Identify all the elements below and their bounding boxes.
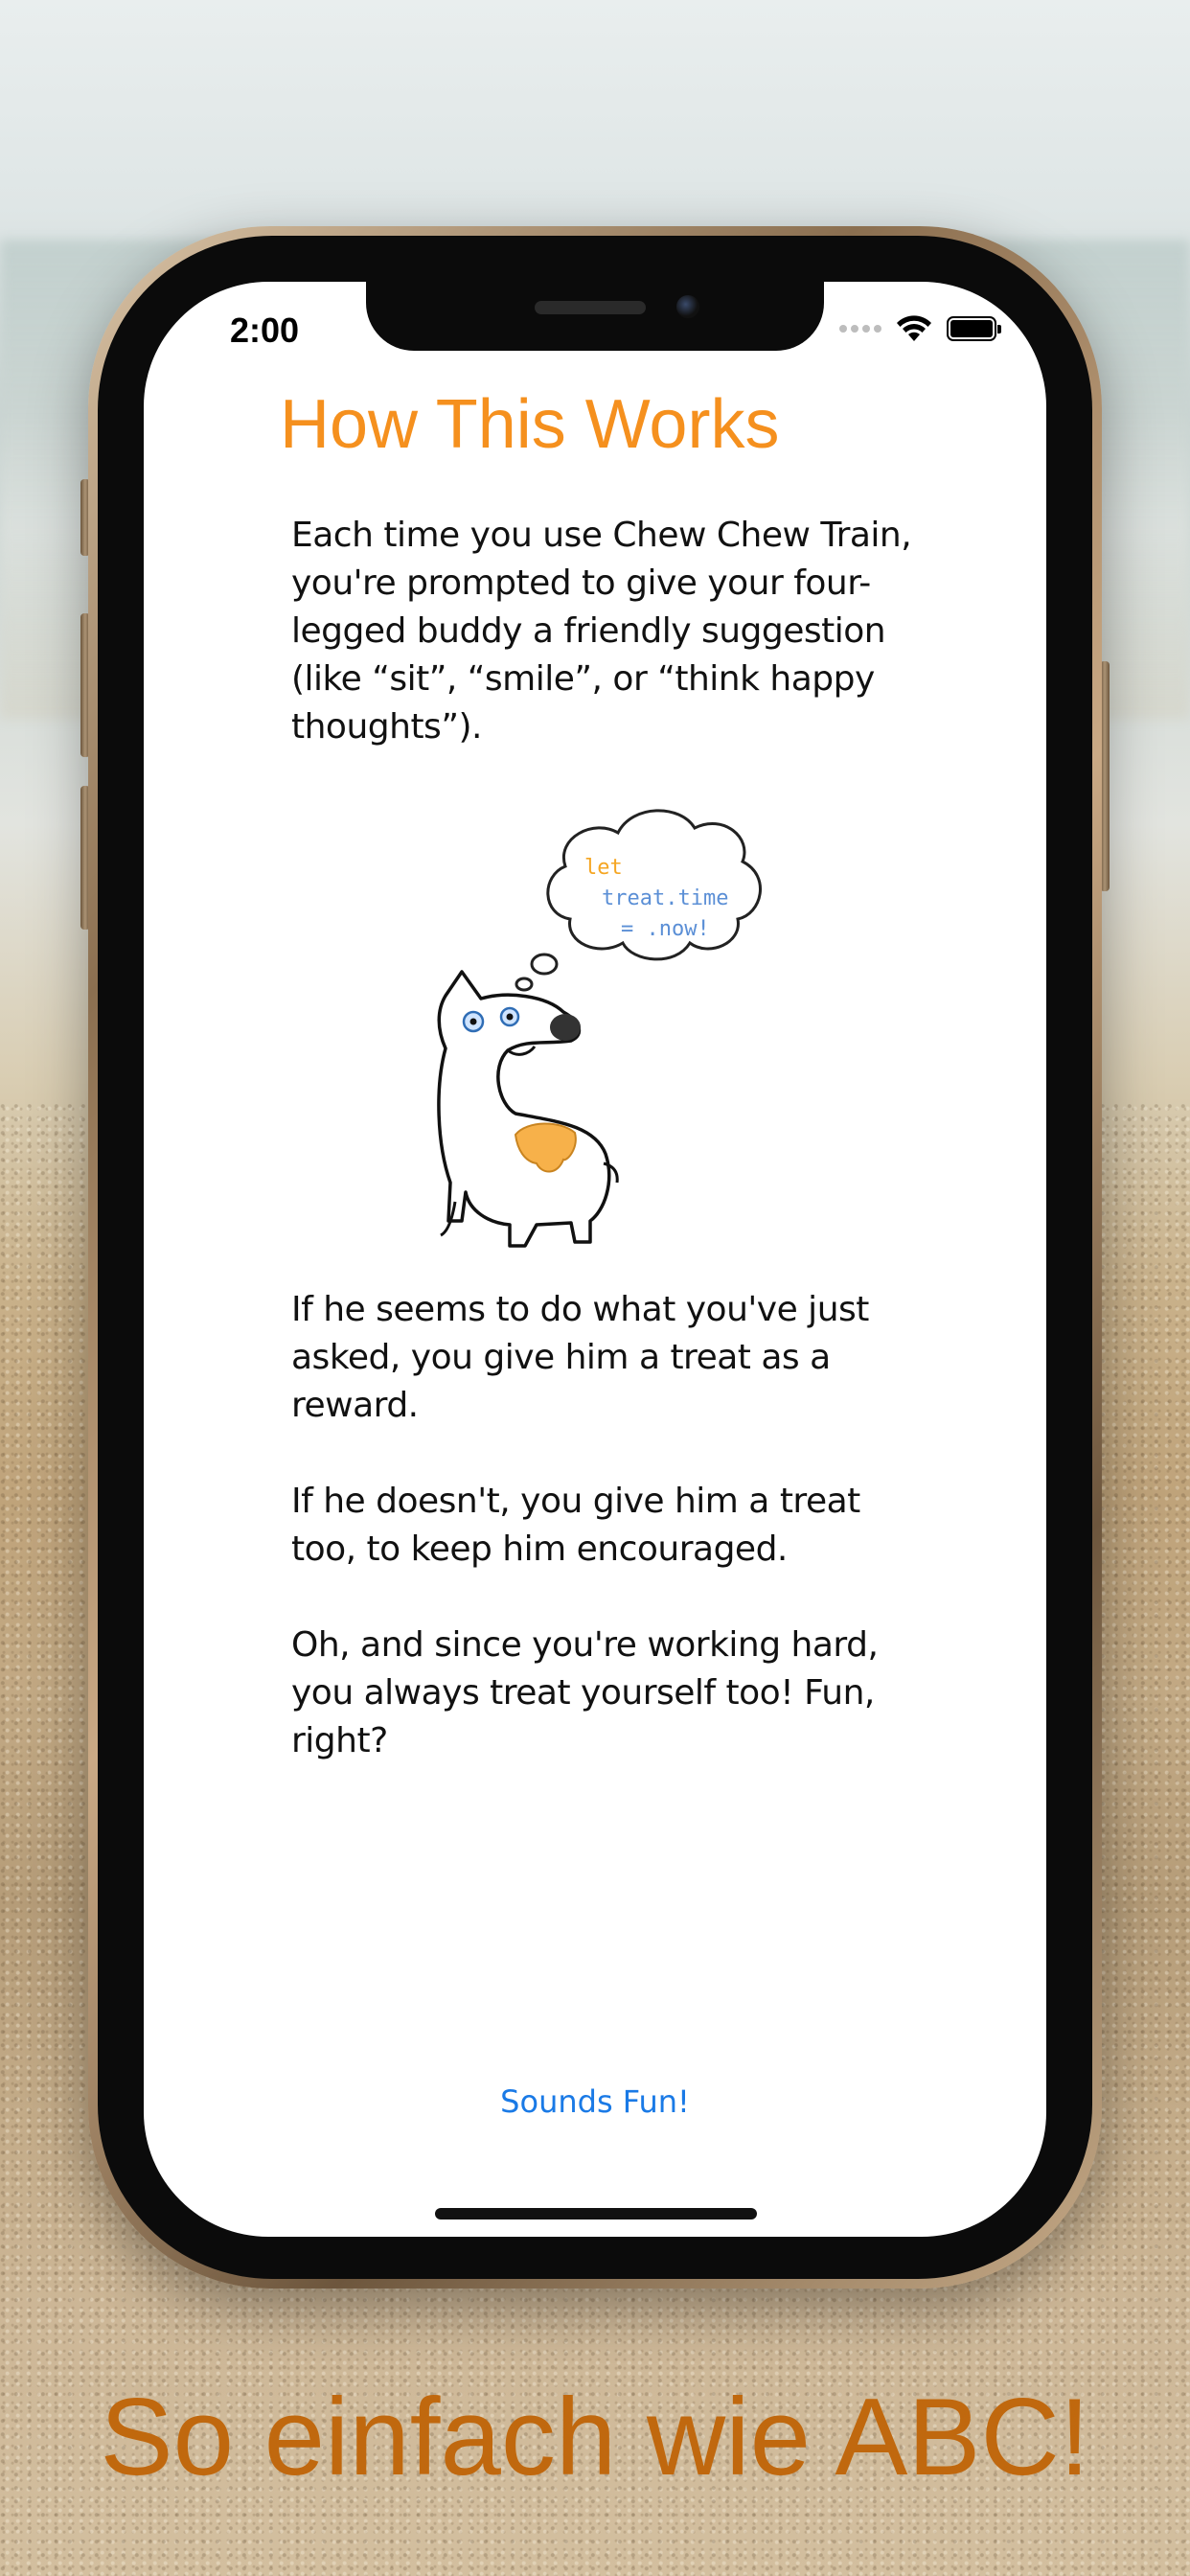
page-title: How This Works bbox=[280, 386, 780, 463]
paragraph-treat-reward: If he seems to do what you've just asked… bbox=[291, 1290, 869, 1425]
code-keyword: let bbox=[584, 856, 623, 880]
status-time: 2:00 bbox=[230, 310, 300, 350]
paragraph-treat-encourage: If he doesn't, you give him a treat too,… bbox=[291, 1482, 860, 1569]
battery-icon bbox=[947, 316, 1001, 341]
app-screen: 2:00 How This Works Each time you use Ch… bbox=[144, 282, 1046, 2237]
dog-illustration: let treat.time = .now! bbox=[437, 809, 762, 1248]
marketing-tagline: So einfach wie ABC! bbox=[100, 2377, 1090, 2498]
cellular-signal-icon bbox=[839, 325, 881, 333]
front-camera bbox=[676, 295, 699, 318]
paragraph-treat-yourself: Oh, and since you're working hard, you a… bbox=[291, 1625, 879, 1760]
status-indicators bbox=[839, 314, 1001, 343]
home-indicator[interactable] bbox=[435, 2208, 757, 2220]
earpiece-speaker bbox=[535, 301, 646, 314]
code-line-2: treat.time bbox=[602, 886, 728, 910]
intro-paragraph: Each time you use Chew Chew Train, you'r… bbox=[291, 516, 912, 747]
wifi-icon bbox=[897, 315, 931, 341]
code-line-3: = .now! bbox=[621, 917, 710, 941]
sounds-fun-button[interactable]: Sounds Fun! bbox=[144, 2083, 1046, 2120]
notch bbox=[366, 282, 824, 351]
